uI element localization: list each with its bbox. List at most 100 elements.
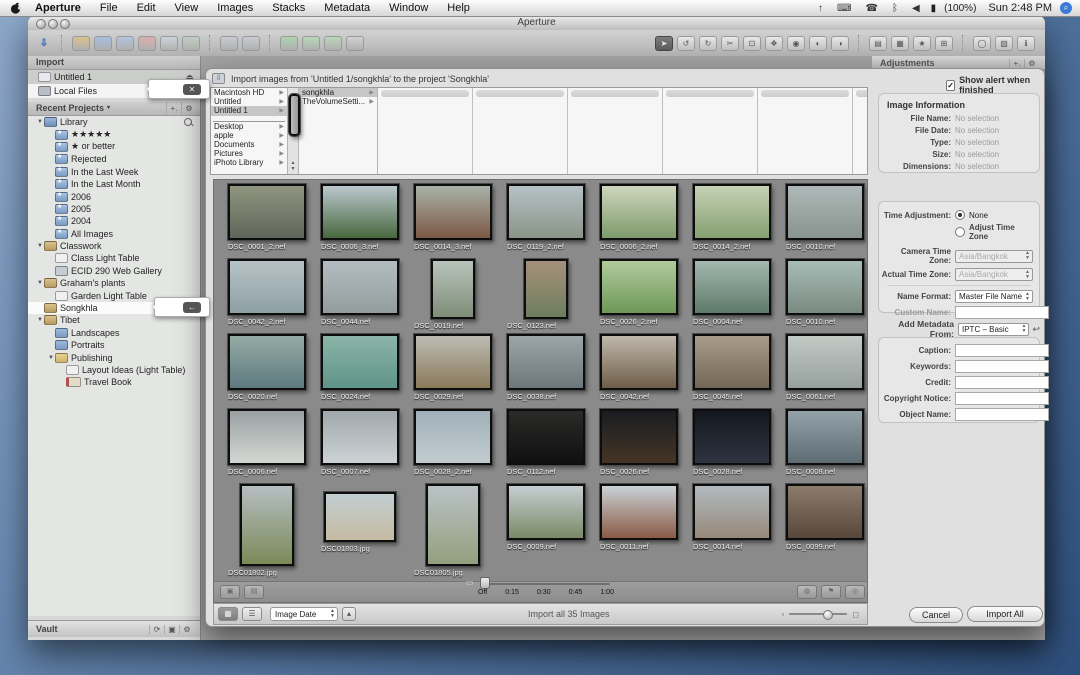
thumbnail-dsc-0004-nef[interactable]: DSC_0004.nef <box>685 255 778 330</box>
grid-view-toggle[interactable]: ▦ <box>218 607 238 621</box>
filmstrip-view-button[interactable]: ▤ <box>869 36 887 51</box>
rating-filter-button[interactable]: ★ <box>913 36 931 51</box>
photo-thumbnail[interactable] <box>600 409 678 465</box>
thumbnail-dsc-0011-nef[interactable]: DSC_0011.nef <box>592 480 685 576</box>
photo-thumbnail[interactable] <box>693 259 771 315</box>
photo-thumbnail[interactable] <box>786 484 864 540</box>
adjustments-panel-button[interactable]: ▧ <box>995 36 1013 51</box>
sidebar-item-classwork[interactable]: ▼Classwork <box>28 240 200 252</box>
thumbnail-dsc-0019-nef[interactable]: DSC_0019.nef <box>406 255 499 330</box>
new-web-gallery-button[interactable] <box>182 36 200 51</box>
disclosure-triangle[interactable]: ▼ <box>36 280 44 286</box>
thumbnail-dsc-0028-2-nef[interactable]: DSC_0028_2.nef <box>406 405 499 480</box>
copyright-notice-field[interactable] <box>955 392 1049 405</box>
sort-by-dropdown[interactable]: Image Date ▲▼ <box>270 607 338 621</box>
sidebar-item-2004[interactable]: 2004 <box>28 215 200 227</box>
disclosure-triangle[interactable]: ▼ <box>36 317 44 323</box>
sidebar-item-travel-book[interactable]: Travel Book <box>28 376 200 388</box>
photo-thumbnail[interactable] <box>524 259 568 319</box>
rotate-left-tool[interactable]: ↺ <box>677 36 695 51</box>
open-all-stacks-button[interactable] <box>220 36 238 51</box>
rotate-left-button[interactable] <box>302 36 320 51</box>
apple-menu-icon[interactable] <box>10 2 21 14</box>
split-view-button[interactable]: ⊞ <box>935 36 953 51</box>
thumbnail-dsc-0099-nef[interactable]: DSC_0099.nef <box>778 480 868 576</box>
thumbnail-dsc-0042-nef[interactable]: DSC_0042.nef <box>592 330 685 405</box>
vault-bar[interactable]: Vault ⟳▣⚙ <box>28 620 200 637</box>
custom-name-field[interactable] <box>955 306 1049 319</box>
photo-thumbnail[interactable] <box>693 184 771 240</box>
photo-thumbnail[interactable] <box>228 334 306 390</box>
spot-patch-tool[interactable]: ❖ <box>765 36 783 51</box>
menu-file[interactable]: File <box>100 2 118 14</box>
sort-direction-button[interactable]: ▴ <box>342 607 356 621</box>
thumbnail-dsc01805-jpg[interactable]: DSC01805.jpg <box>406 480 499 576</box>
photo-thumbnail[interactable] <box>228 409 306 465</box>
photo-thumbnail[interactable] <box>693 409 771 465</box>
close-all-stacks-button[interactable] <box>242 36 260 51</box>
thumbnail-dsc-0038-nef[interactable]: DSC_0038.nef <box>499 330 592 405</box>
name-format-dropdown[interactable]: Master File Name▲▼ <box>955 290 1033 303</box>
photo-thumbnail[interactable] <box>507 334 585 390</box>
rotate-right-tool[interactable]: ↻ <box>699 36 717 51</box>
red-eye-tool[interactable]: ◉ <box>787 36 805 51</box>
thumbnail-dsc-0045-nef[interactable]: DSC_0045.nef <box>685 330 778 405</box>
approve-button[interactable] <box>346 36 364 51</box>
new-light-table-button[interactable] <box>160 36 178 51</box>
thumbnail-dsc-0028-nef[interactable]: DSC_0028.nef <box>685 405 778 480</box>
camera-timezone-dropdown[interactable]: Asia/Bangkok▲▼ <box>955 250 1033 263</box>
thumbnail-dsc-0007-nef[interactable]: DSC_0007.nef <box>313 405 406 480</box>
photo-thumbnail[interactable] <box>321 184 399 240</box>
photo-thumbnail[interactable] <box>786 259 864 315</box>
sidebar-item-in-the-last-month[interactable]: In the Last Month <box>28 178 200 190</box>
keyword-tag-button[interactable]: ⚑ <box>821 585 841 599</box>
disclosure-triangle[interactable]: ▼ <box>36 119 44 125</box>
browser-item-thevolumesetti-[interactable]: TheVolumeSetti...▶ <box>299 97 377 106</box>
photo-thumbnail[interactable] <box>786 409 864 465</box>
thumbnail-dsc-0006-2-nef[interactable]: DSC_0006_2.nef <box>592 180 685 255</box>
battery-icon[interactable]: ▮ <box>931 3 937 14</box>
browser-item-untitled[interactable]: Untitled▶ <box>211 97 287 106</box>
new-album-button[interactable] <box>94 36 112 51</box>
browser-item-iphoto-library[interactable]: iPhoto Library▶ <box>211 158 287 167</box>
metadata-preset-dropdown[interactable]: IPTC – Basic▲▼ <box>958 323 1029 336</box>
lift-stamp-tool[interactable]: ◑ <box>831 36 849 51</box>
metadata-reset-button[interactable]: ↩ <box>1032 324 1040 335</box>
photo-thumbnail[interactable] <box>321 409 399 465</box>
menu-metadata[interactable]: Metadata <box>324 2 370 14</box>
vault-sync-button[interactable]: ⟳ <box>149 625 164 634</box>
clone-tool[interactable]: ◐ <box>809 36 827 51</box>
back-callout-button[interactable]: ← <box>183 302 201 313</box>
sidebar-item--[interactable]: ★★★★★ <box>28 128 200 140</box>
bluetooth-icon[interactable]: ᛒ <box>892 3 898 14</box>
photo-thumbnail[interactable] <box>786 184 864 240</box>
sidebar-item-all-images[interactable]: All Images <box>28 228 200 240</box>
adjustments-add-button[interactable]: +. <box>1009 59 1024 68</box>
menu-images[interactable]: Images <box>217 2 253 14</box>
keywords-field[interactable] <box>955 360 1049 373</box>
title-bar[interactable]: Aperture <box>28 16 1045 31</box>
thumbnail-dsc-0042-2-nef[interactable]: DSC_0042_2.nef <box>220 255 313 330</box>
sidebar-item--or-better[interactable]: ★ or better <box>28 141 200 153</box>
close-callout-button[interactable]: ✕ <box>183 84 201 95</box>
grid-view-button[interactable]: ▦ <box>891 36 909 51</box>
time-none-radio[interactable] <box>955 210 965 220</box>
keyboard-icon[interactable]: ⌨ <box>837 3 851 14</box>
show-badges-button[interactable]: ▣ <box>220 585 240 599</box>
import-all-button[interactable]: Import All <box>967 606 1043 622</box>
software-update-icon[interactable]: ↑ <box>818 3 823 14</box>
sidebar-item-publishing[interactable]: ▼Publishing <box>28 351 200 363</box>
loupe-button[interactable]: ◯ <box>973 36 991 51</box>
actual-timezone-dropdown[interactable]: Asia/Bangkok▲▼ <box>955 268 1033 281</box>
photo-thumbnail[interactable] <box>414 334 492 390</box>
thumbnail-dsc-0061-nef[interactable]: DSC_0061.nef <box>778 330 868 405</box>
photo-thumbnail[interactable] <box>324 492 396 542</box>
thumbnail-dsc-0044-nef[interactable]: DSC_0044.nef <box>313 255 406 330</box>
sidebar-item-2006[interactable]: 2006 <box>28 190 200 202</box>
slideshow-duration-slider[interactable]: ▭ Off0:150:300:451:00 <box>466 574 616 600</box>
photo-thumbnail[interactable] <box>426 484 480 566</box>
sidebar-item-portraits[interactable]: Portraits <box>28 339 200 351</box>
show-alert-checkbox[interactable]: ✓ Show alert when finished <box>946 75 1044 95</box>
select-tool[interactable]: ➤ <box>655 36 673 51</box>
photo-thumbnail[interactable] <box>228 259 306 315</box>
